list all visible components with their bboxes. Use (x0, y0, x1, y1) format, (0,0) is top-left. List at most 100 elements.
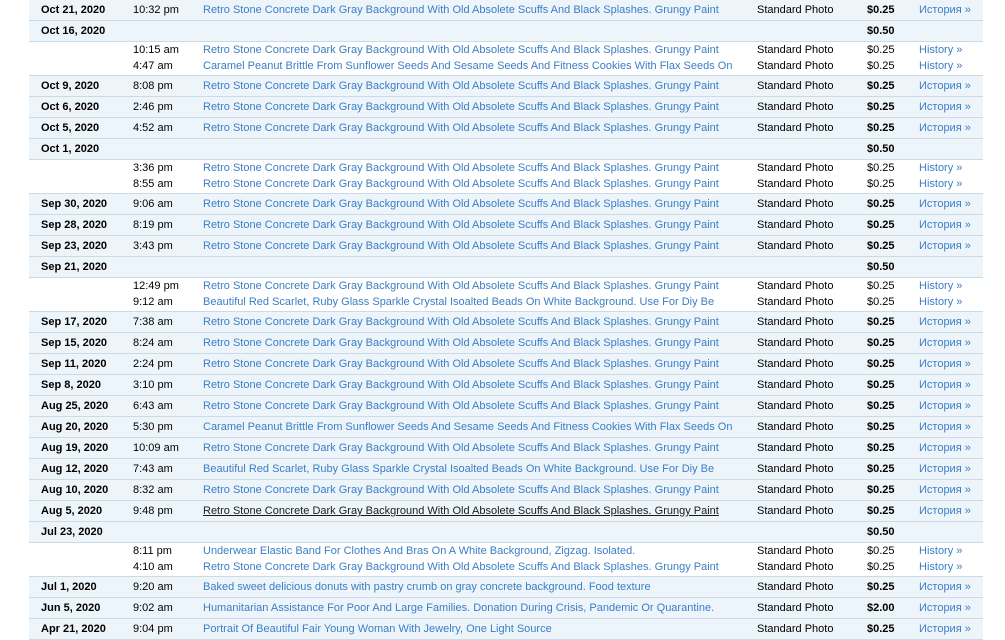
image-title-link[interactable]: Retro Stone Concrete Dark Gray Backgroun… (203, 480, 719, 501)
sale-price: $0.25 (867, 421, 895, 433)
sale-price: $0.25 (867, 358, 895, 370)
sale-row: Aug 20, 2020 5:30 pm Caramel Peanut Brittl… (29, 417, 983, 438)
history-link[interactable]: История » (919, 215, 971, 236)
sale-time: 2:46 pm (133, 101, 173, 113)
license-type: Standard Photo (757, 296, 834, 308)
image-title-link[interactable]: Retro Stone Concrete Dark Gray Backgroun… (203, 42, 719, 58)
sale-price: $0.25 (867, 379, 895, 391)
license-type: Standard Photo (757, 545, 834, 557)
sale-time: 6:43 am (133, 400, 173, 412)
license-type: Standard Photo (757, 122, 834, 134)
sale-price: $0.25 (867, 280, 895, 292)
history-link[interactable]: История » (919, 396, 971, 417)
history-link[interactable]: История » (919, 312, 971, 333)
image-title-link[interactable]: Retro Stone Concrete Dark Gray Backgroun… (203, 215, 719, 236)
sale-time: 7:43 am (133, 463, 173, 475)
sale-date: Sep 8, 2020 (41, 379, 101, 391)
history-link[interactable]: History » (919, 278, 962, 294)
history-link[interactable]: История » (919, 76, 971, 97)
image-title-link[interactable]: Retro Stone Concrete Dark Gray Backgroun… (203, 160, 719, 176)
sale-row: Sep 15, 2020 8:24 am Retro Stone Concrete … (29, 333, 983, 354)
sale-time: 3:43 pm (133, 240, 173, 252)
sale-subrow: 8:55 am Retro Stone Concrete Dark Gray Ba… (29, 176, 983, 194)
history-link[interactable]: История » (919, 619, 971, 640)
history-link[interactable]: History » (919, 294, 962, 310)
sale-date: Aug 19, 2020 (41, 442, 109, 454)
history-link[interactable]: История » (919, 417, 971, 438)
sale-group-header: Oct 16, 2020 $0.50 (29, 21, 983, 42)
history-link[interactable]: History » (919, 559, 962, 575)
image-title-link[interactable]: Retro Stone Concrete Dark Gray Backgroun… (203, 312, 719, 333)
license-type: Standard Photo (757, 162, 834, 174)
sale-price: $0.25 (867, 400, 895, 412)
group-total: $0.50 (867, 25, 895, 37)
image-title-link[interactable]: Retro Stone Concrete Dark Gray Backgroun… (203, 0, 719, 21)
history-link[interactable]: History » (919, 160, 962, 176)
sale-time: 9:20 am (133, 581, 173, 593)
image-title-link[interactable]: Beautiful Red Scarlet, Ruby Glass Sparkl… (203, 294, 714, 310)
image-title-link[interactable]: Retro Stone Concrete Dark Gray Backgroun… (203, 97, 719, 118)
image-title-link[interactable]: Humanitarian Assistance For Poor And Lar… (203, 598, 714, 619)
history-link[interactable]: История » (919, 333, 971, 354)
license-type: Standard Photo (757, 463, 834, 475)
history-link[interactable]: History » (919, 58, 962, 74)
history-link[interactable]: История » (919, 97, 971, 118)
license-type: Standard Photo (757, 80, 834, 92)
sale-time: 8:55 am (133, 178, 173, 190)
image-title-link[interactable]: Caramel Peanut Brittle From Sunflower Se… (203, 417, 732, 438)
sale-group-header: Jul 23, 2020 $0.50 (29, 522, 983, 543)
history-link[interactable]: История » (919, 577, 971, 598)
sale-row: Sep 11, 2020 2:24 pm Retro Stone Concrete … (29, 354, 983, 375)
history-link[interactable]: История » (919, 438, 971, 459)
image-title-link[interactable]: Retro Stone Concrete Dark Gray Backgroun… (203, 333, 719, 354)
history-link[interactable]: История » (919, 598, 971, 619)
history-link[interactable]: История » (919, 118, 971, 139)
sale-date: Sep 11, 2020 (41, 358, 107, 370)
sale-time: 8:08 pm (133, 80, 173, 92)
image-title-link[interactable]: Retro Stone Concrete Dark Gray Backgroun… (203, 278, 719, 294)
sale-price: $0.25 (867, 4, 895, 16)
history-link[interactable]: История » (919, 480, 971, 501)
sale-time: 10:09 am (133, 442, 179, 454)
image-title-link[interactable]: Retro Stone Concrete Dark Gray Backgroun… (203, 354, 719, 375)
license-type: Standard Photo (757, 198, 834, 210)
image-title-link[interactable]: Underwear Elastic Band For Clothes And B… (203, 543, 635, 559)
history-link[interactable]: История » (919, 354, 971, 375)
image-title-link[interactable]: Retro Stone Concrete Dark Gray Backgroun… (203, 396, 719, 417)
image-title-link[interactable]: Retro Stone Concrete Dark Gray Backgroun… (203, 118, 719, 139)
sale-time: 9:48 pm (133, 505, 173, 517)
image-title-link[interactable]: Caramel Peanut Brittle From Sunflower Se… (203, 58, 732, 74)
image-title-link[interactable]: Portrait Of Beautiful Fair Young Woman W… (203, 619, 552, 640)
image-title-link[interactable]: Retro Stone Concrete Dark Gray Backgroun… (203, 501, 719, 522)
image-title-link[interactable]: Retro Stone Concrete Dark Gray Backgroun… (203, 375, 719, 396)
history-link[interactable]: История » (919, 501, 971, 522)
history-link[interactable]: История » (919, 459, 971, 480)
sale-price: $0.25 (867, 337, 895, 349)
history-link[interactable]: History » (919, 543, 962, 559)
license-type: Standard Photo (757, 442, 834, 454)
image-title-link[interactable]: Retro Stone Concrete Dark Gray Backgroun… (203, 76, 719, 97)
image-title-link[interactable]: Retro Stone Concrete Dark Gray Backgroun… (203, 194, 719, 215)
sale-date: Sep 21, 2020 (41, 261, 108, 273)
sale-row: Oct 5, 2020 4:52 am Retro Stone Concrete D… (29, 118, 983, 139)
image-title-link[interactable]: Retro Stone Concrete Dark Gray Backgroun… (203, 438, 719, 459)
image-title-link[interactable]: Beautiful Red Scarlet, Ruby Glass Sparkl… (203, 459, 714, 480)
history-link[interactable]: История » (919, 236, 971, 257)
history-link[interactable]: История » (919, 0, 971, 21)
image-title-link[interactable]: Baked sweet delicious donuts with pastry… (203, 577, 651, 598)
license-type: Standard Photo (757, 484, 834, 496)
image-title-link[interactable]: Retro Stone Concrete Dark Gray Backgroun… (203, 236, 719, 257)
history-link[interactable]: History » (919, 42, 962, 58)
image-title-link[interactable]: Retro Stone Concrete Dark Gray Backgroun… (203, 176, 719, 192)
sale-price: $0.25 (867, 240, 895, 252)
history-link[interactable]: История » (919, 375, 971, 396)
sale-row: Oct 6, 2020 2:46 pm Retro Stone Concrete D… (29, 97, 983, 118)
sales-history-table: Oct 21, 2020 10:32 pm Retro Stone Concrete… (29, 0, 983, 640)
image-title-link[interactable]: Retro Stone Concrete Dark Gray Backgroun… (203, 559, 719, 575)
sale-date: Jun 5, 2020 (41, 602, 101, 614)
sale-row: Sep 8, 2020 3:10 pm Retro Stone Concrete D… (29, 375, 983, 396)
sale-time: 9:06 am (133, 198, 173, 210)
history-link[interactable]: История » (919, 194, 971, 215)
history-link[interactable]: History » (919, 176, 962, 192)
sale-row: Aug 10, 2020 8:32 am Retro Stone Concrete … (29, 480, 983, 501)
